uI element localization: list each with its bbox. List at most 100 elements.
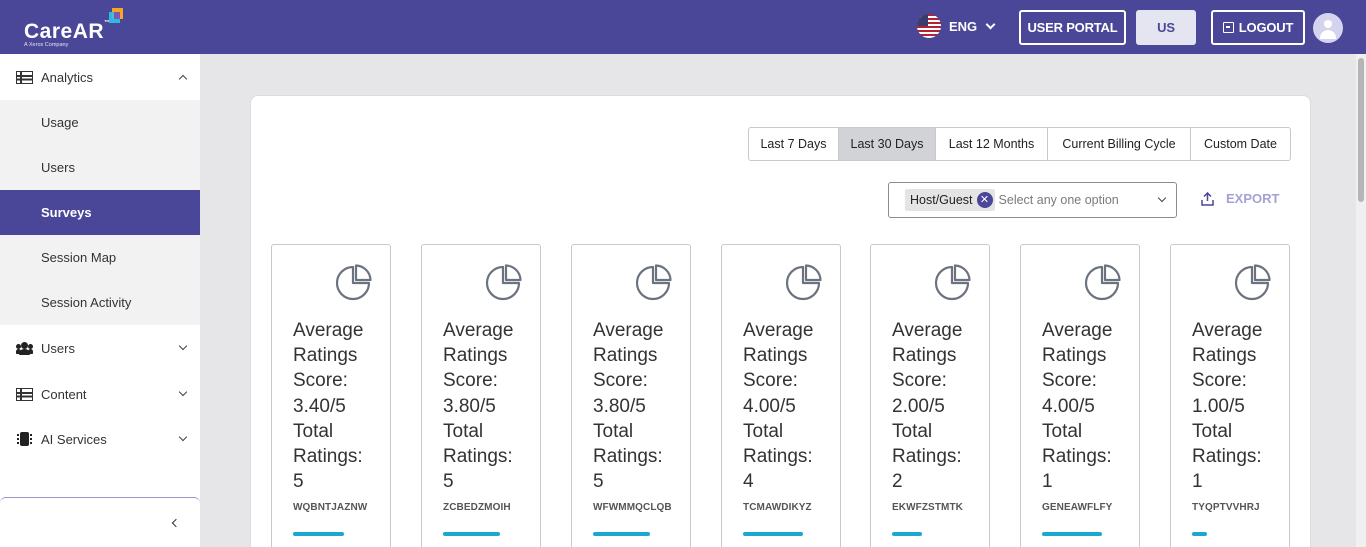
survey-code: EKWFZSTMTK <box>892 502 963 513</box>
rating-progress-bar <box>743 532 803 536</box>
users-icon <box>16 341 34 355</box>
card-total1: Total <box>1192 420 1233 442</box>
rating-progress-bar <box>443 532 500 536</box>
range-last-12-months[interactable]: Last 12 Months <box>936 128 1048 160</box>
us-flag-icon <box>917 14 941 38</box>
card-total2: Ratings: <box>443 446 513 468</box>
rating-progress-bar <box>892 532 922 536</box>
logout-icon <box>1222 22 1234 33</box>
card-line1: Average <box>892 320 963 341</box>
card-line2: Ratings <box>1042 345 1107 367</box>
survey-card[interactable]: Average Ratings Score: 4.00/5 Total Ratings: 1… <box>1020 244 1140 547</box>
export-label: EXPORT <box>1226 191 1280 206</box>
card-count: 5 <box>443 471 454 493</box>
chevron-down-icon <box>985 19 996 29</box>
pie-chart-icon <box>485 264 522 301</box>
card-stats: Average Ratings Score: 4.00/5 Total Ratings: 1 <box>1042 318 1138 494</box>
page-scrollbar[interactable] <box>1356 54 1366 547</box>
card-total2: Ratings: <box>293 446 363 468</box>
scrollbar-thumb[interactable] <box>1358 58 1364 202</box>
card-total1: Total <box>892 420 933 442</box>
user-avatar[interactable] <box>1313 13 1343 43</box>
rating-progress-bar <box>293 532 344 536</box>
survey-code: TCMAWDIKYZ <box>743 502 812 513</box>
top-header: CareAR™ A Xerox Company ENG USER PORTAL … <box>0 0 1366 54</box>
user-portal-button[interactable]: USER PORTAL <box>1019 10 1126 45</box>
sidebar-item-users[interactable]: Users <box>0 145 200 190</box>
range-current-billing-cycle[interactable]: Current Billing Cycle <box>1048 128 1191 160</box>
logo-subtitle: A Xerox Company <box>24 42 69 48</box>
card-count: 2 <box>892 471 903 493</box>
card-line3: Score: <box>1042 370 1097 392</box>
chevron-up-icon <box>178 74 188 84</box>
survey-card[interactable]: Average Ratings Score: 3.80/5 Total Ratings: 5… <box>421 244 541 547</box>
survey-card[interactable]: Average Ratings Score: 1.00/5 Total Ratings: 1… <box>1170 244 1290 547</box>
language-selector[interactable]: ENG <box>917 14 996 38</box>
card-score: 4.00/5 <box>743 395 796 417</box>
pie-chart-icon <box>635 264 672 301</box>
sidebar-group-label: Users <box>41 340 75 356</box>
chevron-down-icon <box>178 341 188 351</box>
sidebar-item-session-map[interactable]: Session Map <box>0 235 200 280</box>
region-button[interactable]: US <box>1136 10 1196 45</box>
pie-chart-icon <box>785 264 822 301</box>
sidebar-group-content[interactable]: Content <box>0 371 200 417</box>
card-score: 2.00/5 <box>892 395 945 417</box>
pie-chart-icon <box>335 264 372 301</box>
card-score: 4.00/5 <box>1042 395 1095 417</box>
card-total1: Total <box>593 420 634 442</box>
role-filter-select[interactable]: Host/Guest ✕ Select any one option <box>888 182 1177 218</box>
export-button[interactable]: EXPORT <box>1201 191 1279 206</box>
card-line1: Average <box>743 320 814 341</box>
range-last-7-days[interactable]: Last 7 Days <box>749 128 839 160</box>
sidebar-group-analytics[interactable]: Analytics <box>0 54 200 100</box>
chevron-down-icon <box>178 432 188 442</box>
sidebar-group-ai-services[interactable]: AI Services <box>0 416 200 462</box>
card-total1: Total <box>1042 420 1083 442</box>
card-line3: Score: <box>1192 370 1247 392</box>
sidebar-item-surveys[interactable]: Surveys <box>0 190 200 235</box>
card-line1: Average <box>443 320 514 341</box>
card-line2: Ratings <box>892 345 957 367</box>
card-stats: Average Ratings Score: 3.40/5 Total Ratings: 5 <box>293 318 389 494</box>
surveys-panel: Last 7 Days Last 30 Days Last 12 Months … <box>250 95 1311 547</box>
card-line1: Average <box>1042 320 1113 341</box>
chevron-down-icon <box>1157 193 1167 203</box>
survey-code: ZCBEDZMOIH <box>443 502 511 513</box>
card-total2: Ratings: <box>743 446 813 468</box>
card-score: 3.80/5 <box>443 395 496 417</box>
card-total2: Ratings: <box>593 446 663 468</box>
logout-button[interactable]: LOGOUT <box>1211 10 1305 45</box>
carear-logo[interactable]: CareAR™ A Xerox Company <box>24 8 134 50</box>
card-line2: Ratings <box>443 345 508 367</box>
range-last-30-days[interactable]: Last 30 Days <box>839 128 936 160</box>
filter-placeholder: Select any one option <box>998 193 1119 207</box>
survey-code: GENEAWFLFY <box>1042 502 1113 513</box>
pie-chart-icon <box>1234 264 1271 301</box>
card-total2: Ratings: <box>1042 446 1112 468</box>
chevron-left-icon <box>171 518 181 528</box>
survey-card[interactable]: Average Ratings Score: 3.80/5 Total Ratings: 5… <box>571 244 691 547</box>
sidebar-item-usage[interactable]: Usage <box>0 100 200 145</box>
card-total2: Ratings: <box>892 446 962 468</box>
survey-card[interactable]: Average Ratings Score: 2.00/5 Total Ratings: 2… <box>870 244 990 547</box>
survey-card[interactable]: Average Ratings Score: 3.40/5 Total Ratings: 5… <box>271 244 391 547</box>
card-score: 3.80/5 <box>593 395 646 417</box>
survey-code: WFWMMQCLQB <box>593 502 672 513</box>
survey-card[interactable]: Average Ratings Score: 4.00/5 Total Ratings: 4… <box>721 244 841 547</box>
remove-chip-icon[interactable]: ✕ <box>976 192 993 208</box>
logout-label: LOGOUT <box>1238 20 1294 35</box>
card-count: 4 <box>743 471 754 493</box>
sidebar-group-users[interactable]: Users <box>0 325 200 371</box>
sidebar-collapse-button[interactable] <box>0 497 200 547</box>
sidebar: Analytics Usage Users Surveys Session Ma… <box>0 54 200 547</box>
logo-text: CareAR <box>24 20 105 43</box>
rating-progress-bar <box>1192 532 1207 536</box>
card-total1: Total <box>743 420 784 442</box>
card-count: 1 <box>1192 471 1203 493</box>
sidebar-item-session-activity[interactable]: Session Activity <box>0 280 200 325</box>
card-score: 1.00/5 <box>1192 395 1245 417</box>
selected-filter-chip: Host/Guest ✕ <box>905 189 995 211</box>
table-icon <box>16 387 33 401</box>
range-custom-date[interactable]: Custom Date <box>1191 128 1290 160</box>
